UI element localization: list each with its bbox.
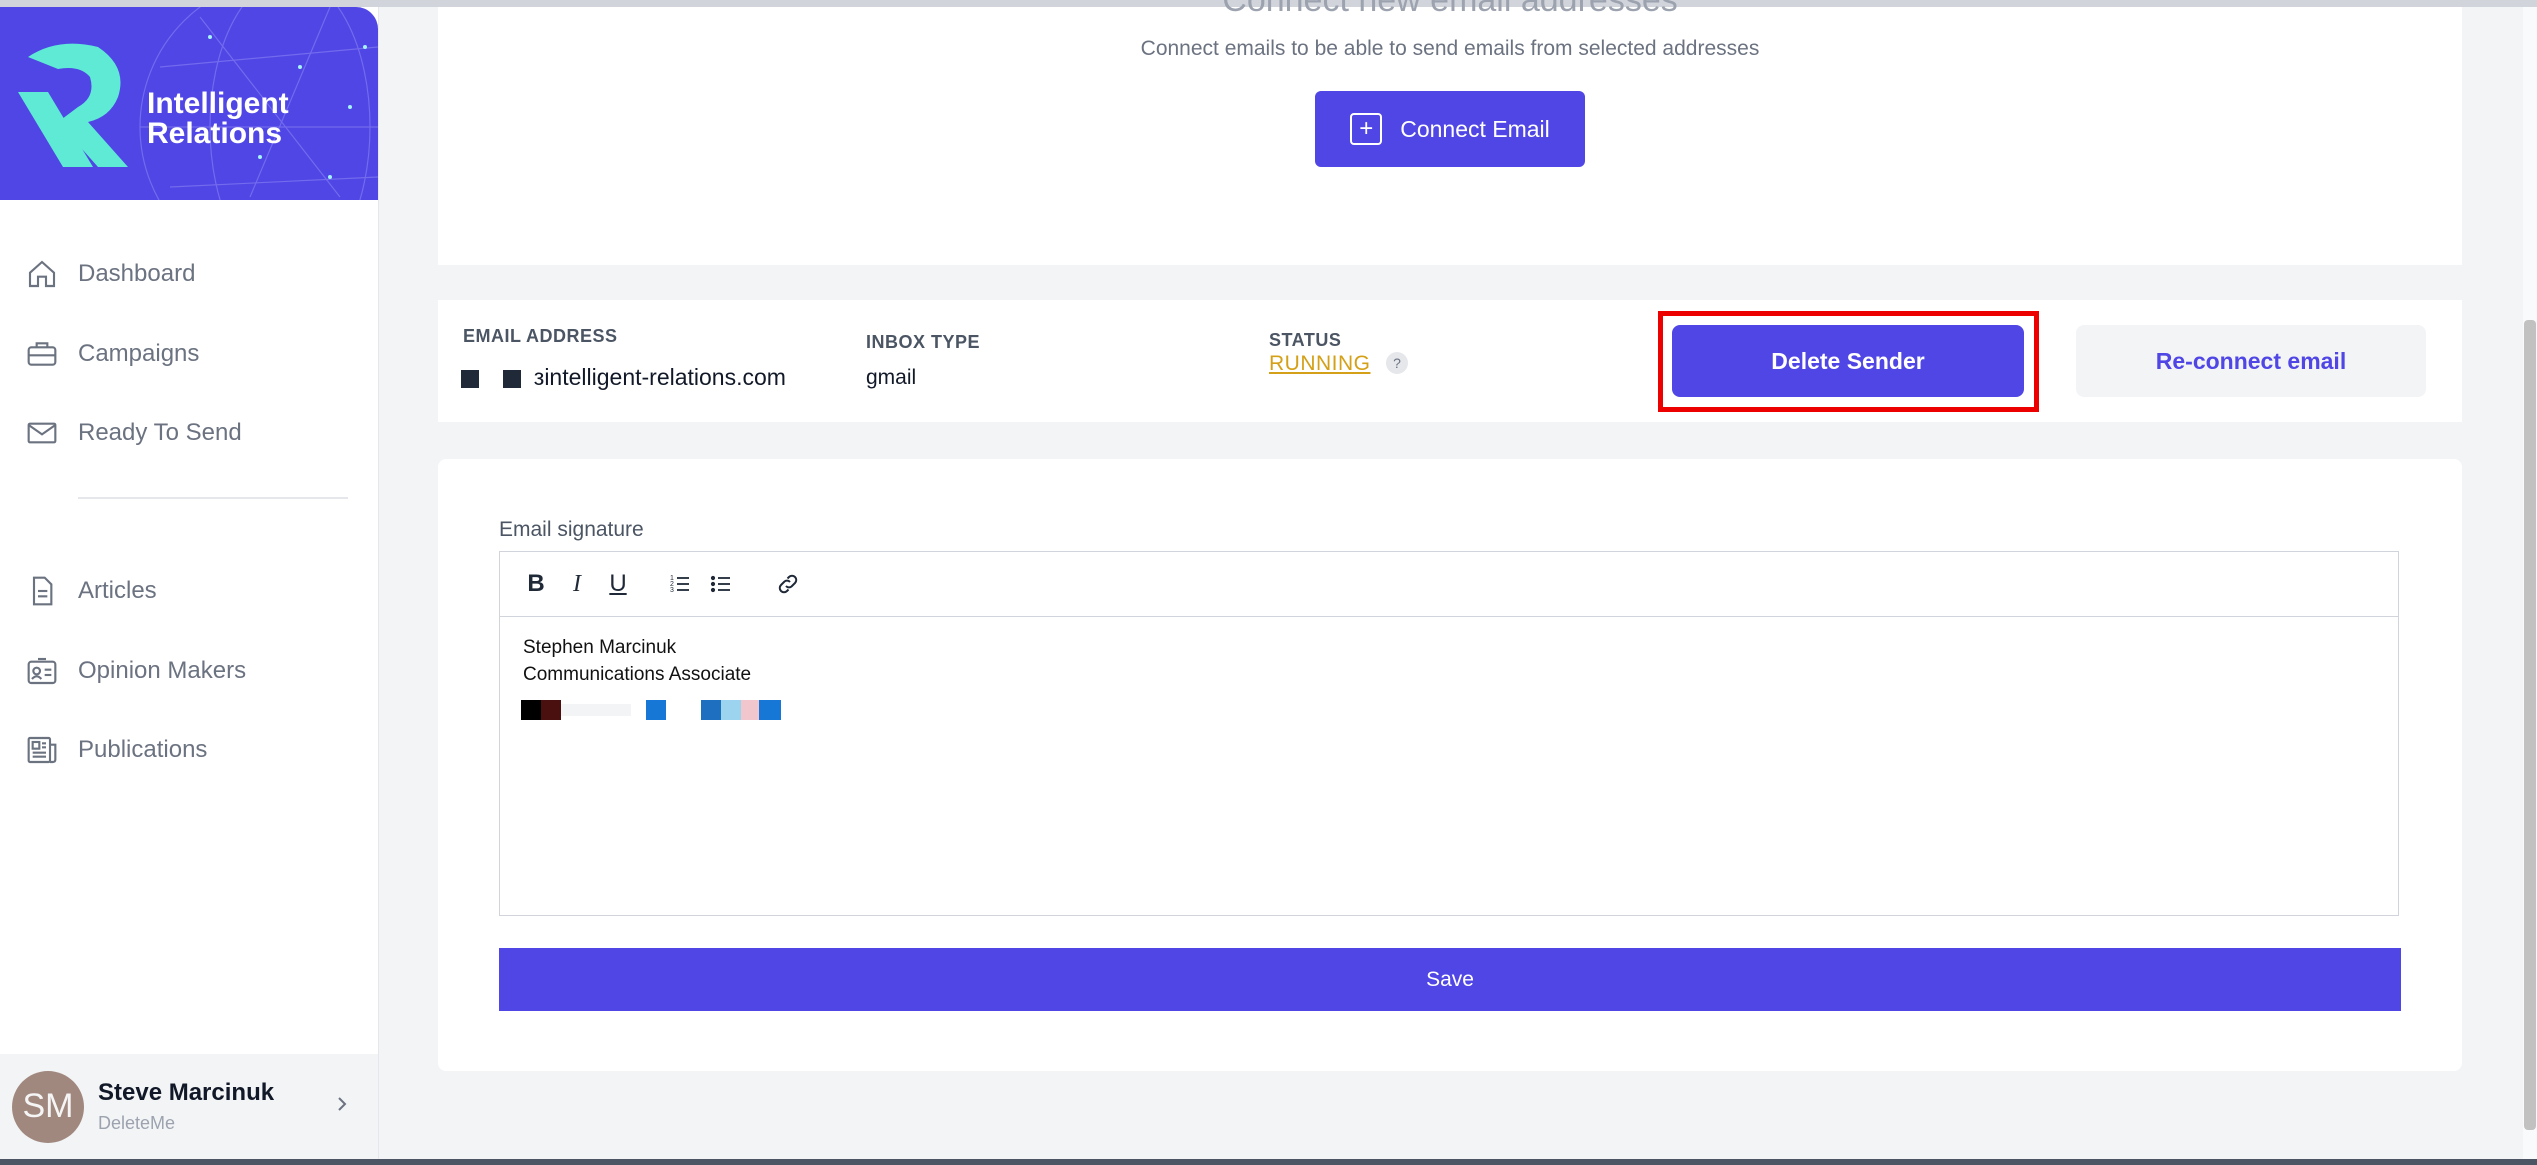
briefcase-icon <box>24 336 60 372</box>
redaction-block <box>503 369 522 388</box>
sidebar-item-label: Opinion Makers <box>78 657 247 684</box>
brand-name-line2: Relations <box>147 117 283 150</box>
signature-content[interactable]: Stephen Marcinuk Communications Associat… <box>523 634 751 688</box>
avatar: SM <box>12 1070 84 1143</box>
email-address-value: зintelligent-relations.com <box>461 364 786 391</box>
inbox-type-value: gmail <box>866 366 917 389</box>
nav-divider <box>78 497 348 499</box>
signature-editor[interactable]: B I U 123 Stephen Marcinuk Communication… <box>499 551 2399 916</box>
status-header: STATUS <box>1269 330 1342 350</box>
connect-email-button[interactable]: + Connect Email <box>1315 91 1585 167</box>
user-subtitle: DeleteMe <box>98 1113 176 1133</box>
id-card-icon <box>24 653 60 689</box>
connect-email-card: Connect new email addresses Connect emai… <box>438 0 2462 265</box>
help-icon[interactable]: ? <box>1386 352 1408 374</box>
signature-line-title: Communications Associate <box>523 664 752 685</box>
sidebar-item-label: Publications <box>78 736 208 763</box>
home-icon <box>24 256 60 292</box>
brand-name: Intelligent Relations <box>147 89 289 149</box>
mail-icon <box>24 415 60 451</box>
sidebar-item-dashboard[interactable]: Dashboard <box>24 252 195 296</box>
sidebar-item-label: Articles <box>78 577 157 604</box>
delete-sender-button[interactable]: Delete Sender <box>1672 325 2024 397</box>
link-icon[interactable] <box>772 568 804 600</box>
sidebar-item-ready-to-send[interactable]: Ready To Send <box>24 411 242 455</box>
editor-toolbar: B I U 123 <box>500 552 2398 617</box>
user-profile-card[interactable]: SM Steve Marcinuk DeleteMe <box>0 1054 378 1159</box>
user-name: Steve Marcinuk <box>98 1079 275 1106</box>
plus-square-icon: + <box>1350 113 1383 145</box>
reconnect-email-button[interactable]: Re-connect email <box>2076 325 2426 397</box>
document-icon <box>24 573 60 609</box>
email-address-header: EMAIL ADDRESS <box>463 326 618 346</box>
brand-logo[interactable]: Intelligent Relations <box>0 7 378 200</box>
email-signature-card: Email signature B I U 123 Stephen Marcin… <box>438 459 2462 1071</box>
email-address-text: зintelligent-relations.com <box>533 364 786 390</box>
svg-text:3: 3 <box>670 587 674 594</box>
signature-line-name: Stephen Marcinuk <box>523 637 677 658</box>
sidebar: Intelligent Relations Dashboard Campaign… <box>0 7 379 1159</box>
status-badge[interactable]: RUNNING <box>1269 352 1371 376</box>
sidebar-item-campaigns[interactable]: Campaigns <box>24 332 199 376</box>
brand-mark-icon <box>18 43 128 167</box>
bold-button[interactable]: B <box>520 568 552 600</box>
redaction-block <box>461 369 479 388</box>
user-info: Steve Marcinuk DeleteMe <box>98 1079 274 1134</box>
italic-button[interactable]: I <box>561 568 593 600</box>
brand-name-line1: Intelligent <box>147 87 289 120</box>
sidebar-item-opinion-makers[interactable]: Opinion Makers <box>24 649 246 693</box>
window-bottom-edge <box>0 1159 2537 1165</box>
chevron-right-icon <box>334 1092 350 1121</box>
scrollbar-thumb[interactable] <box>2524 320 2536 1130</box>
sidebar-item-label: Dashboard <box>78 260 196 287</box>
sender-row: EMAIL ADDRESS зintelligent-relations.com… <box>438 300 2462 422</box>
sidebar-item-publications[interactable]: Publications <box>24 728 207 772</box>
connect-subtitle: Connect emails to be able to send emails… <box>1140 37 1760 60</box>
ordered-list-icon[interactable]: 123 <box>664 568 696 600</box>
inbox-type-header: INBOX TYPE <box>866 332 981 352</box>
signature-label: Email signature <box>499 518 644 541</box>
save-button[interactable]: Save <box>499 948 2401 1011</box>
connect-title: Connect new email addresses <box>1222 0 1678 19</box>
bullet-list-icon[interactable] <box>705 568 737 600</box>
sidebar-item-label: Campaigns <box>78 340 200 367</box>
connect-email-label: Connect Email <box>1400 115 1550 142</box>
underline-button[interactable]: U <box>602 568 634 600</box>
sidebar-item-articles[interactable]: Articles <box>24 569 157 613</box>
sidebar-item-label: Ready To Send <box>78 419 242 446</box>
redacted-signature-line <box>521 700 781 720</box>
newspaper-icon <box>24 732 60 768</box>
